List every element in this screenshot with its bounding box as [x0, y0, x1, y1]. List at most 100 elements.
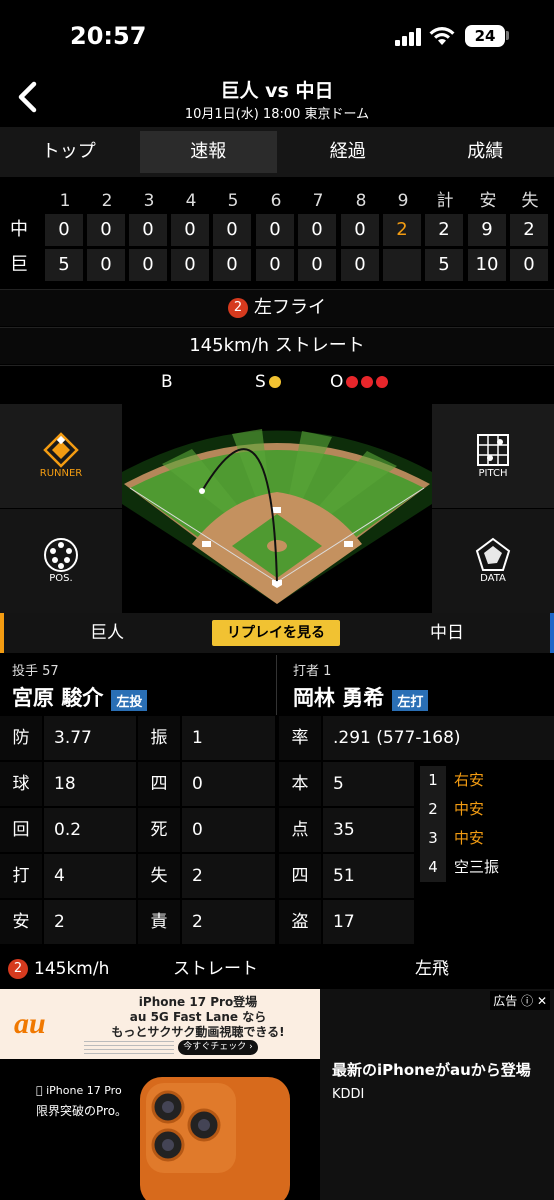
pitcher-stat-label: 球 — [0, 762, 42, 806]
wifi-icon — [429, 27, 455, 45]
score-cell: 0 — [129, 214, 167, 246]
close-icon[interactable]: ✕ — [537, 994, 547, 1008]
at-bat-result-text: 空三振 — [454, 858, 500, 876]
tab-stats[interactable]: 成績 — [417, 127, 554, 177]
ad-advertiser: KDDI — [332, 1087, 365, 1102]
at-bat-result: 2 中安 — [420, 795, 554, 824]
tab-progress[interactable]: 経過 — [279, 127, 417, 177]
pitcher-stat-label: 振 — [138, 716, 180, 760]
inning-header: 2 — [101, 191, 113, 211]
batter-name: 岡林 勇希 — [293, 686, 385, 710]
pitcher-stat-label: 四 — [138, 762, 180, 806]
last-pitch-row: 2 145km/h ストレート 左飛 — [0, 950, 554, 988]
tab-live[interactable]: 速報 — [139, 131, 277, 173]
ad-banner[interactable]: au iPhone 17 Pro登場 au 5G Fast Lane なら もっ… — [0, 989, 320, 1200]
batter-card[interactable]: 打者 1 岡林 勇希 左打 — [277, 655, 554, 715]
divider — [0, 365, 554, 366]
clock: 20:57 — [70, 22, 147, 50]
inning-header: 3 — [143, 191, 155, 211]
runner-button[interactable]: RUNNER — [0, 404, 122, 508]
ball-label: B — [161, 372, 173, 392]
diamond-icon — [43, 432, 79, 468]
scoreboard: 123456789計安失 中 000000002292 巨 5000000051… — [0, 185, 554, 285]
batter-stat-value: .291 (577-168) — [323, 716, 554, 760]
pitcher-stat-value: 4 — [44, 854, 136, 898]
team-tab-chunichi[interactable]: 中日 — [344, 613, 554, 653]
pitcher-card[interactable]: 投手 57 宮原 駿介 左投 — [0, 655, 276, 715]
pitch-label: PITCH — [478, 468, 508, 479]
out-count: O — [330, 372, 389, 392]
status-bar: 20:57 24 — [0, 0, 554, 70]
score-cell — [383, 249, 421, 281]
batter-stat-label: 点 — [279, 808, 321, 852]
play-result: 2 左フライ — [0, 290, 554, 326]
pitcher-stat-value: 1 — [182, 716, 275, 760]
ad-text-panel[interactable]: 広告 ⓘ ✕ 最新のiPhoneがauから登場 KDDI — [320, 989, 554, 1200]
last-pitch-type: ストレート — [173, 959, 258, 979]
at-bat-result: 3 中安 — [420, 824, 554, 853]
team-tab-giants[interactable]: 巨人 — [0, 613, 210, 653]
ad-cta-button[interactable]: 今すぐチェック › — [178, 1040, 258, 1055]
pitcher-stat-label: 失 — [138, 854, 180, 898]
score-cell: 0 — [256, 249, 294, 281]
score-cell: 0 — [341, 214, 379, 246]
batter-role: 打者 1 — [293, 664, 332, 679]
data-button[interactable]: DATA — [432, 509, 554, 613]
ad-headline: iPhone 17 Pro登場 au 5G Fast Lane なら もっとサク… — [82, 995, 314, 1040]
pitcher-hand-badge: 左投 — [111, 690, 148, 711]
pitcher-stat-label: 責 — [138, 900, 180, 944]
info-icon[interactable]: ⓘ — [521, 994, 533, 1008]
score-cell: 5 — [45, 249, 83, 281]
last-pitch-speed: 145km/h — [34, 959, 110, 979]
strike-dot — [268, 376, 281, 388]
score-cell: 0 — [298, 214, 336, 246]
ad-label-text: 広告 — [493, 994, 518, 1008]
pitcher-stat-value: 2 — [182, 900, 275, 944]
score-cell: 0 — [256, 214, 294, 246]
position-button[interactable]: POS. — [0, 509, 122, 613]
at-bat-result-text: 中安 — [454, 800, 485, 818]
ad-headline-2: au 5G Fast Lane なら — [129, 1010, 267, 1024]
inning-header: 1 — [59, 191, 71, 211]
inning-header: 安 — [479, 191, 497, 211]
pitcher-stat-value: 0 — [182, 762, 275, 806]
out-label: O — [330, 372, 344, 392]
ad-image:  iPhone 17 Pro 限界突破のPro。 — [0, 1059, 320, 1200]
pitcher-stat-label: 安 — [0, 900, 42, 944]
team-label-chunichi: 中 — [10, 219, 28, 240]
pitcher-stat-value: 3.77 — [44, 716, 136, 760]
score-cell: 0 — [171, 214, 209, 246]
batter-stat-value: 51 — [323, 854, 414, 898]
ad-title: 最新のiPhoneがauから登場 — [332, 1061, 531, 1079]
out-dot — [361, 376, 374, 388]
out-dot — [346, 376, 359, 388]
data-label: DATA — [480, 573, 506, 584]
out-number-badge: 2 — [228, 298, 248, 318]
battery-tip — [506, 31, 509, 40]
last-pitch-result: 左飛 — [415, 959, 449, 979]
score-cell: 0 — [87, 214, 125, 246]
replay-button[interactable]: リプレイを見る — [212, 620, 340, 646]
at-bat-result-text: 右安 — [454, 771, 485, 789]
strike-count: S — [255, 372, 281, 392]
ad-fine-print — [84, 1041, 174, 1055]
pitcher-role: 投手 57 — [12, 664, 59, 679]
runner-label: RUNNER — [39, 468, 83, 479]
at-bat-number: 1 — [420, 766, 446, 795]
batter-stat-label: 本 — [279, 762, 321, 806]
at-bat-result: 1 右安 — [420, 766, 554, 795]
batter-stat-value: 35 — [323, 808, 414, 852]
out-dot — [376, 376, 389, 388]
tab-top[interactable]: トップ — [0, 127, 138, 177]
inning-header: 7 — [312, 191, 324, 211]
pitcher-stat-label: 回 — [0, 808, 42, 852]
score-cell: 0 — [341, 249, 379, 281]
inning-header: 9 — [397, 191, 409, 211]
score-cell: 0 — [87, 249, 125, 281]
strike-zone-icon — [477, 434, 509, 466]
inning-header: 4 — [185, 191, 197, 211]
ad-headline-3: もっとサクサク動画視聴できる! — [111, 1025, 285, 1039]
inning-header: 計 — [436, 191, 454, 211]
pitch-button[interactable]: PITCH — [432, 404, 554, 508]
battery-icon: 24 — [465, 25, 505, 47]
